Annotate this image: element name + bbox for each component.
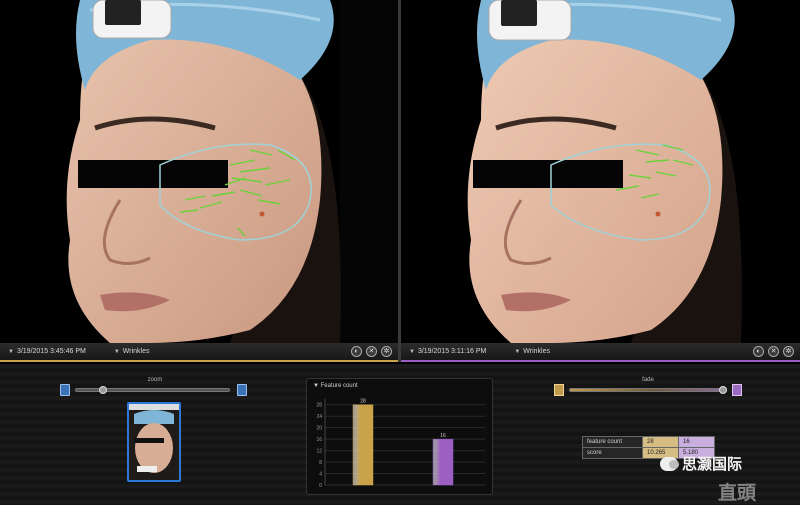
watermark-sub: 直頭 [718,483,757,504]
left-image-pane[interactable] [0,0,398,343]
bottom-control-panel: zoom ▼ Feature count 28 24 20 16 12 8 4 0 28 16 f… [0,364,800,505]
mode-dropdown-right[interactable]: ▼ Wrinkles [506,348,550,355]
watermark: 思灏国际 [660,453,742,474]
chevron-down-icon: ▼ [409,348,415,355]
zoom-slider-handle[interactable] [98,386,107,394]
close-icon[interactable]: ✕ [768,346,779,357]
zoom-in-button[interactable] [237,384,247,396]
bar[interactable] [432,438,454,486]
fade-right-button[interactable] [732,384,742,396]
fade-left-button[interactable] [554,384,564,396]
right-image-pane[interactable] [401,0,800,343]
zoom-label: zoom [147,377,163,383]
y-tick-label: 24 [316,414,322,420]
stat-label: score [582,447,643,459]
feature-count-panel: ▼ Feature count 28 24 20 16 12 8 4 0 28 16 [306,378,493,495]
timestamp-label: 3/19/2015 3:11:16 PM [417,348,487,355]
right-pane-toolbar: ▼ 3/19/2015 3:11:16 PM ▼ Wrinkles ◐ ✕ ✲ [401,343,800,362]
stat-label: feature count [582,436,643,448]
watermark-brand: 思灏国际 [682,456,743,473]
chevron-down-icon: ▼ [514,348,521,355]
timestamp-dropdown-right[interactable]: ▼ 3/19/2015 3:11:16 PM [401,348,486,355]
wechat-icon [660,456,679,471]
y-tick-label: 0 [319,483,322,489]
timestamp-dropdown-left[interactable]: ▼ 3/19/2015 3:45:46 PM [0,348,86,355]
y-tick-label: 8 [319,460,322,466]
right-face-photo [401,0,800,343]
y-tick-label: 20 [316,426,322,432]
left-face-photo [0,0,398,343]
stat-value-left: 28 [642,436,679,448]
photo-thumbnail[interactable] [127,402,181,482]
stat-value-right: 16 [678,436,715,448]
chevron-down-icon: ▼ [113,348,120,355]
bar[interactable] [352,404,374,486]
contrast-icon[interactable]: ◐ [351,346,362,357]
feature-count-chart: 28242016128402816 [316,399,485,489]
settings-icon[interactable]: ✲ [381,346,392,357]
zoom-out-button[interactable] [60,384,70,396]
left-pane-toolbar: ▼ 3/19/2015 3:45:46 PM ▼ Wrinkles ◐ ✕ ✲ [0,343,398,362]
timestamp-label: 3/19/2015 3:45:46 PM [16,348,86,355]
table-row: feature count 28 16 [582,436,715,448]
y-tick-label: 12 [316,449,322,455]
mode-dropdown-left[interactable]: ▼ Wrinkles [106,348,150,355]
fade-label: fade [642,377,654,383]
bar-data-label: 28 [360,399,366,405]
mode-label: Wrinkles [122,348,150,355]
fade-slider-handle[interactable] [718,386,727,394]
bar-data-label: 16 [440,433,446,439]
y-tick-label: 4 [319,472,322,478]
y-tick-label: 28 [316,403,322,409]
contrast-icon[interactable]: ◐ [753,346,764,357]
fade-slider[interactable] [569,388,726,392]
settings-icon[interactable]: ✲ [783,346,794,357]
y-tick-label: 16 [316,437,322,443]
chevron-down-icon: ▼ [8,348,14,355]
close-icon[interactable]: ✕ [366,346,377,357]
mode-label: Wrinkles [523,348,550,355]
